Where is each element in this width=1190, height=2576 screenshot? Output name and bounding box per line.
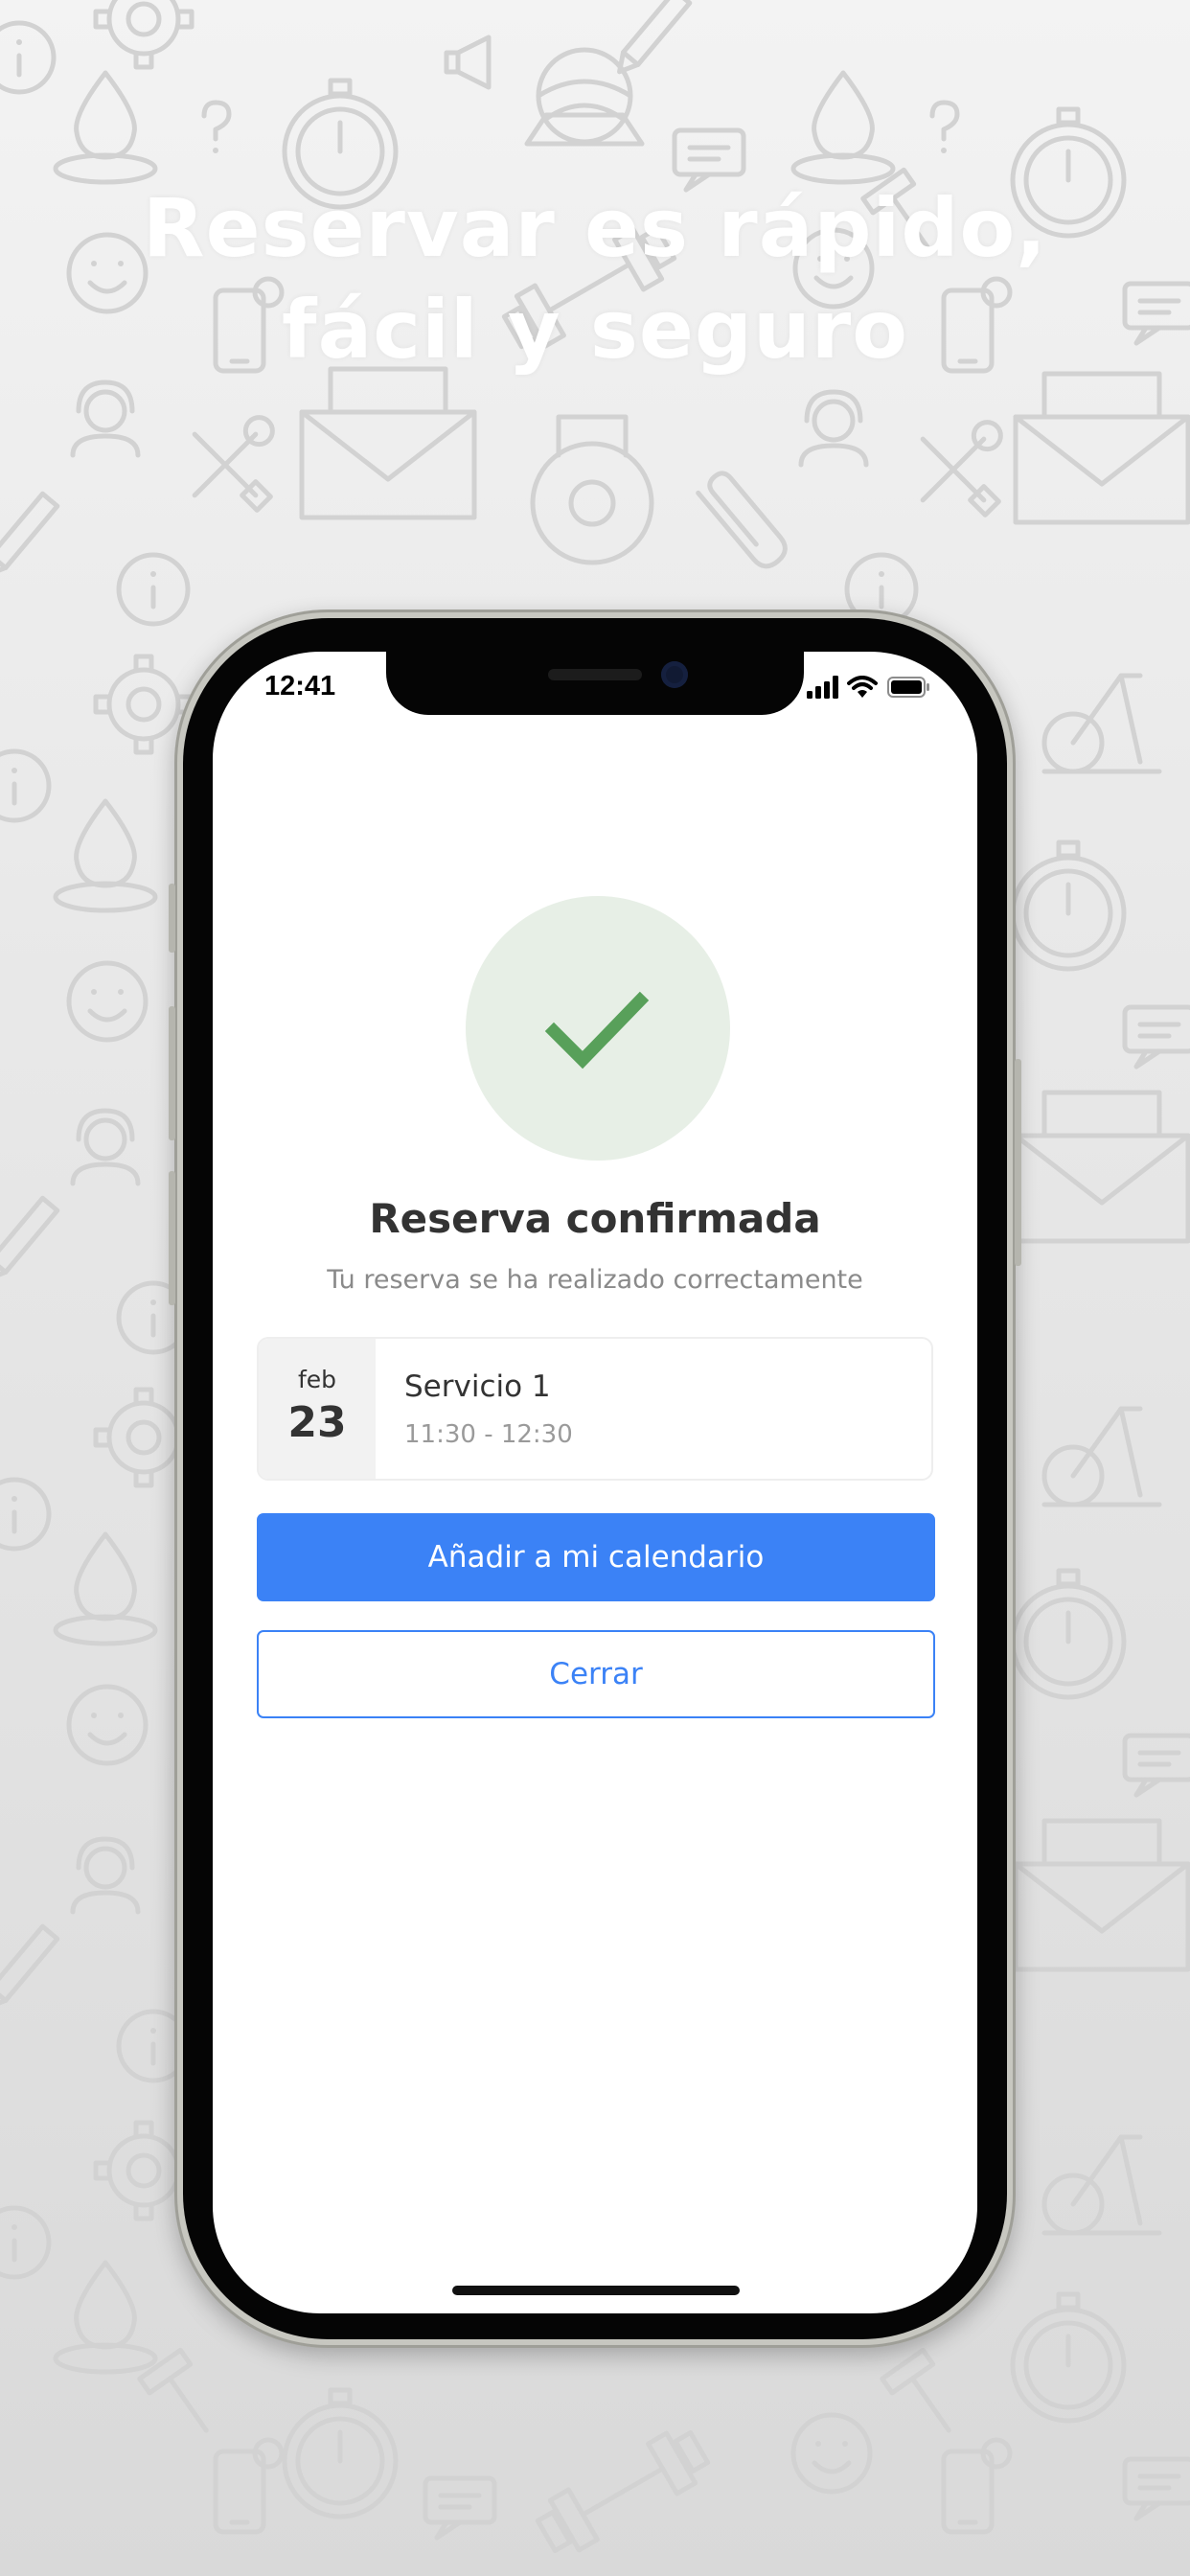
stopwatch-icon (1010, 840, 1127, 972)
info-icon (0, 1477, 52, 1552)
booking-day: 23 (287, 1398, 347, 1447)
headline-line-2: fácil y seguro (282, 283, 908, 377)
cellular-signal-icon (807, 676, 838, 699)
home-indicator (452, 2286, 740, 2295)
gear-icon (93, 0, 195, 70)
stopwatch-icon (1010, 1568, 1127, 1700)
headset-icon (798, 389, 869, 468)
pencil-icon (0, 1923, 60, 2011)
headset-icon (70, 1836, 141, 1915)
booking-card: feb 23 Servicio 1 11:30 - 12:30 (257, 1337, 933, 1481)
stopwatch-icon (1010, 2291, 1127, 2424)
ball-icon (524, 47, 645, 147)
checkmark-icon (544, 991, 650, 1070)
megaphone-icon (444, 34, 492, 90)
booking-month: feb (297, 1366, 337, 1393)
smiley-icon (66, 960, 149, 1043)
paperclip-icon (696, 471, 788, 569)
question-icon (929, 100, 960, 153)
dumbbell-icon (535, 2429, 711, 2554)
chat-icon (1122, 1733, 1190, 1798)
exercise-bike-icon (1041, 1406, 1162, 1507)
volume-down-button (169, 1171, 175, 1305)
envelope-icon (299, 366, 477, 520)
stopwatch-icon (282, 2387, 399, 2519)
water-drop-icon (53, 798, 158, 913)
battery-icon (887, 677, 929, 698)
close-button[interactable]: Cerrar (257, 1630, 935, 1718)
booking-date: feb 23 (259, 1339, 376, 1479)
info-icon (116, 552, 191, 627)
notch (386, 652, 804, 715)
status-icons (807, 676, 941, 702)
headline-line-1: Reservar es rápido, (142, 181, 1048, 275)
smiley-icon (66, 1684, 149, 1766)
confirmation-title: Reserva confirmada (369, 1195, 821, 1242)
pencil-icon (617, 0, 693, 75)
info-icon (0, 2205, 52, 2280)
status-time: 12:41 (264, 671, 336, 702)
mute-switch (169, 884, 175, 953)
kettlebell-icon (530, 414, 654, 565)
headset-icon (70, 1108, 141, 1186)
chat-icon (423, 2475, 497, 2541)
booking-service: Servicio 1 (404, 1369, 551, 1404)
front-camera (661, 661, 688, 688)
envelope-icon (1013, 1818, 1190, 1972)
hammer-icon (880, 2347, 951, 2433)
question-icon (201, 100, 232, 153)
booking-time: 11:30 - 12:30 (404, 1420, 573, 1449)
pencil-icon (0, 491, 60, 578)
add-to-calendar-button[interactable]: Añadir a mi calendario (257, 1513, 935, 1601)
wrench-icon (192, 415, 275, 513)
speaker-grille (548, 669, 642, 680)
envelope-icon (1013, 1090, 1190, 1244)
water-drop-icon (53, 2260, 158, 2375)
phone-icon (941, 2437, 1013, 2535)
headset-icon (70, 380, 141, 458)
smiley-icon (790, 2412, 873, 2495)
water-drop-icon (53, 70, 158, 185)
wrench-icon (920, 420, 1003, 518)
power-button (1015, 1059, 1021, 1266)
chat-icon (1122, 1004, 1190, 1070)
water-drop-icon (790, 70, 896, 185)
phone-icon (213, 2437, 285, 2535)
pencil-icon (0, 1195, 60, 1282)
phone-screen: 12:41 Reserva confirmada Tu reserva se h… (213, 652, 977, 2313)
success-badge (466, 896, 730, 1161)
water-drop-icon (53, 1531, 158, 1646)
volume-up-button (169, 1006, 175, 1140)
info-icon (0, 20, 57, 95)
headline: Reservar es rápido, fácil y seguro (0, 177, 1190, 380)
chat-icon (1122, 2456, 1190, 2521)
exercise-bike-icon (1041, 2134, 1162, 2236)
exercise-bike-icon (1041, 673, 1162, 774)
info-icon (0, 748, 52, 823)
wifi-icon (847, 676, 878, 698)
confirmation-subtitle: Tu reserva se ha realizado correctamente (327, 1265, 863, 1295)
envelope-icon (1013, 371, 1190, 525)
